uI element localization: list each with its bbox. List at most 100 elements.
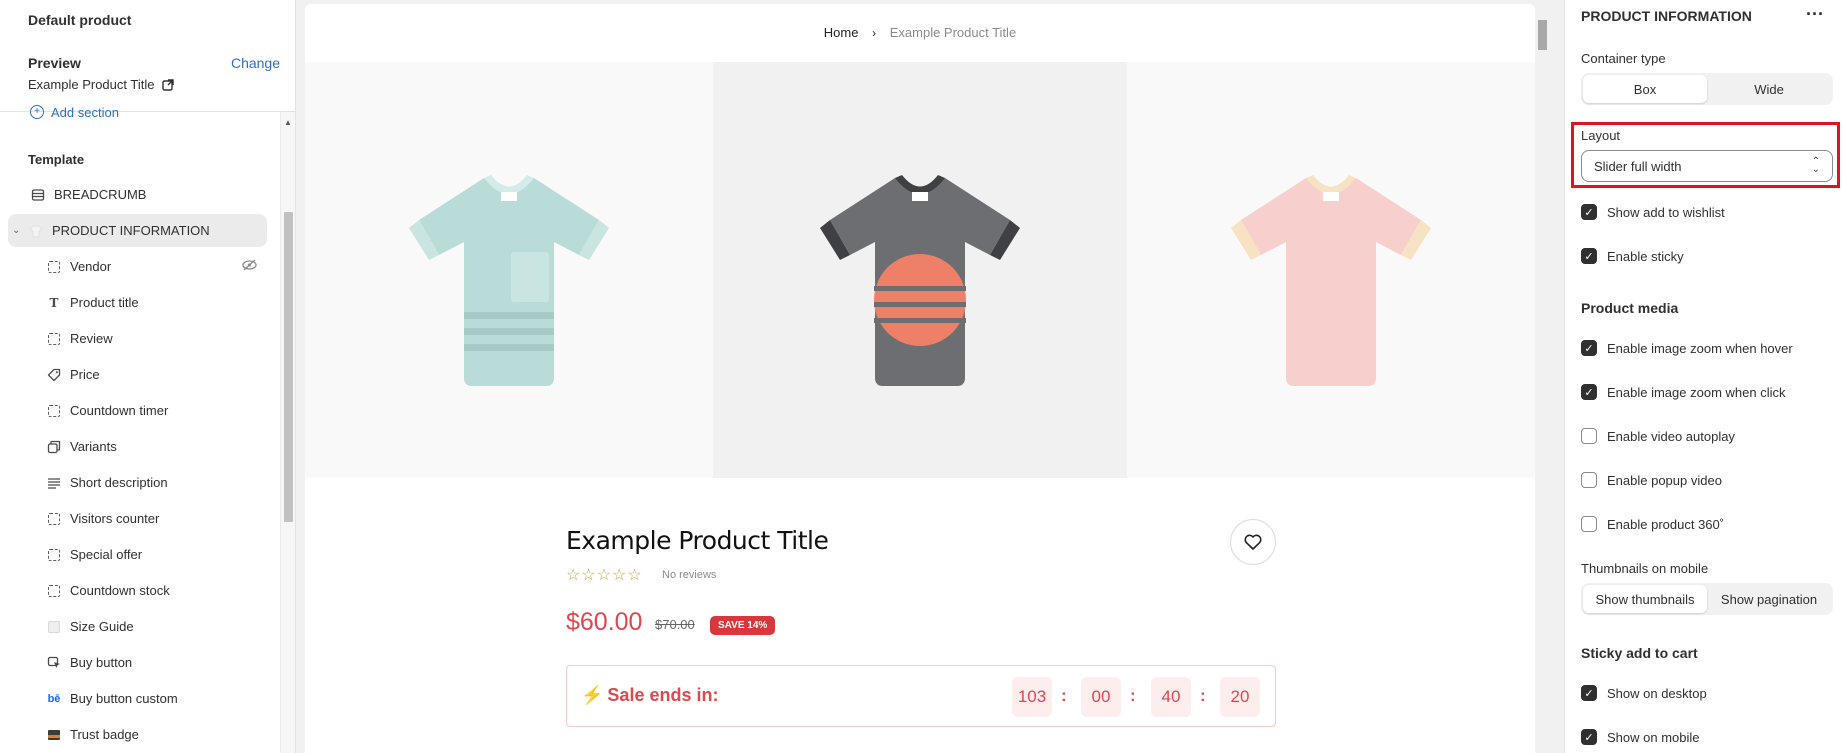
select-arrows-icon: ⌃ ⌄ <box>1811 156 1820 175</box>
block-product-title[interactable]: T Product title <box>8 286 267 319</box>
wishlist-button[interactable] <box>1230 519 1276 565</box>
block-trust-badge[interactable]: Trust badge <box>8 718 267 751</box>
checkbox-label: Enable popup video <box>1607 472 1722 488</box>
checkbox-checked-icon[interactable]: ✓ <box>1581 685 1597 701</box>
block-buy-button-custom[interactable]: bē Buy button custom <box>8 682 267 715</box>
timer-separator: : <box>1200 686 1206 705</box>
chevron-down-icon[interactable]: ⌄ <box>12 225 24 236</box>
checkbox-product-360[interactable]: Enable product 360˚ <box>1581 516 1724 532</box>
countdown-timer: ⚡ Sale ends in: 103 : 00 : 40 : 20 <box>566 665 1276 727</box>
checkbox-unchecked-icon[interactable] <box>1581 472 1597 488</box>
cursor-icon <box>46 655 62 671</box>
container-option-wide[interactable]: Wide <box>1707 75 1831 103</box>
timer-hours: 00 <box>1081 677 1121 717</box>
checkbox-show-mobile[interactable]: ✓ Show on mobile <box>1581 729 1700 745</box>
sale-ends-label-wrap: ⚡ Sale ends in: <box>581 685 718 706</box>
more-options-icon[interactable]: ··· <box>1806 4 1824 25</box>
lines-icon <box>46 475 62 491</box>
preview-label: Preview <box>28 55 81 71</box>
container-type-label: Container type <box>1581 51 1666 66</box>
block-label: Vendor <box>70 259 112 274</box>
product-image-slide[interactable] <box>1127 62 1535 478</box>
checkbox-checked-icon[interactable]: ✓ <box>1581 204 1597 220</box>
template-label: Template <box>28 152 85 167</box>
block-label: Buy button <box>70 655 133 670</box>
block-label: Product title <box>70 295 139 310</box>
preview-scroll-thumb[interactable] <box>1538 20 1547 50</box>
product-image-slide[interactable] <box>305 62 714 478</box>
product-title: Example Product Title <box>566 526 829 555</box>
sale-ends-label: Sale ends in: <box>607 685 719 705</box>
checkbox-show-wishlist[interactable]: ✓ Show add to wishlist <box>1581 204 1725 220</box>
checkbox-checked-icon[interactable]: ✓ <box>1581 729 1597 745</box>
block-countdown-stock[interactable]: Countdown stock <box>8 574 267 607</box>
plus-circle-icon: + <box>30 105 44 119</box>
block-variants[interactable]: Variants <box>8 430 267 463</box>
block-price[interactable]: Price <box>8 358 267 391</box>
block-buy-button[interactable]: Buy button <box>8 646 267 679</box>
block-label: Buy button custom <box>70 691 178 706</box>
checkbox-label: Show add to wishlist <box>1607 204 1725 220</box>
preview-scrollbar[interactable] <box>1535 4 1550 753</box>
block-icon <box>46 403 62 419</box>
block-countdown-timer[interactable]: Countdown timer <box>8 394 267 427</box>
section-product-information[interactable]: ⌄ PRODUCT INFORMATION <box>8 214 267 247</box>
block-size-guide[interactable]: Size Guide <box>8 610 267 643</box>
block-vendor[interactable]: Vendor <box>8 250 267 283</box>
layout-select[interactable]: Slider full width ⌃ ⌄ <box>1581 150 1833 182</box>
checkbox-popup-video[interactable]: Enable popup video <box>1581 472 1722 488</box>
block-label: Short description <box>70 475 168 490</box>
preview-product[interactable]: Example Product Title <box>28 77 175 92</box>
external-link-icon[interactable] <box>162 78 175 91</box>
eye-hidden-icon[interactable] <box>242 259 257 274</box>
checkbox-unchecked-icon[interactable] <box>1581 516 1597 532</box>
checkbox-show-desktop[interactable]: ✓ Show on desktop <box>1581 685 1707 701</box>
checkbox-checked-icon[interactable]: ✓ <box>1581 340 1597 356</box>
block-icon <box>46 583 62 599</box>
timer-seconds: 20 <box>1220 677 1260 717</box>
block-label: Variants <box>70 439 117 454</box>
product-image-slide-active[interactable] <box>713 62 1127 478</box>
block-label: Countdown timer <box>70 403 169 418</box>
thumb-option-show-pagination[interactable]: Show pagination <box>1707 585 1831 613</box>
layout-label: Layout <box>1581 128 1621 143</box>
add-section-link[interactable]: + Add section <box>30 103 119 121</box>
change-preview-link[interactable]: Change <box>231 55 280 71</box>
heart-icon <box>1244 534 1262 550</box>
compare-price: $70.00 <box>655 617 695 632</box>
block-icon <box>46 259 62 275</box>
section-label: BREADCRUMB <box>54 187 147 202</box>
checkbox-checked-icon[interactable]: ✓ <box>1581 384 1597 400</box>
container-option-box[interactable]: Box <box>1583 75 1707 103</box>
checkbox-zoom-hover[interactable]: ✓ Enable image zoom when hover <box>1581 340 1793 356</box>
block-label: Review <box>70 331 113 346</box>
checkbox-zoom-click[interactable]: ✓ Enable image zoom when click <box>1581 384 1785 400</box>
timer-separator: : <box>1130 686 1136 705</box>
thumb-option-show-thumbnails[interactable]: Show thumbnails <box>1583 585 1707 613</box>
sidebar-scroll-thumb[interactable] <box>284 212 293 522</box>
breadcrumb-current: Example Product Title <box>889 25 1017 40</box>
checkbox-enable-sticky[interactable]: ✓ Enable sticky <box>1581 248 1684 264</box>
block-visitors-counter[interactable]: Visitors counter <box>8 502 267 535</box>
block-special-offer[interactable]: Special offer <box>8 538 267 571</box>
product-gallery-slider[interactable] <box>305 62 1535 478</box>
preview-canvas: Home › Example Product Title Example Pro… <box>305 4 1535 753</box>
block-short-description[interactable]: Short description <box>8 466 267 499</box>
block-review[interactable]: Review <box>8 322 267 355</box>
thumbnails-mobile-toggle: Show thumbnails Show pagination <box>1581 583 1833 615</box>
tshirt-mint-image <box>409 175 609 386</box>
checkbox-video-autoplay[interactable]: Enable video autoplay <box>1581 428 1735 444</box>
checkbox-unchecked-icon[interactable] <box>1581 428 1597 444</box>
block-icon <box>46 547 62 563</box>
block-label: Size Guide <box>70 619 134 634</box>
preview-product-label: Example Product Title <box>28 77 155 92</box>
block-label: Price <box>70 367 100 382</box>
checkbox-label: Enable sticky <box>1607 248 1684 264</box>
rating-stars: ☆☆☆☆☆ <box>566 567 643 584</box>
settings-title: PRODUCT INFORMATION <box>1581 8 1752 24</box>
breadcrumb-home[interactable]: Home <box>824 25 859 40</box>
scroll-up-arrow-icon[interactable]: ▲ <box>284 118 292 127</box>
section-breadcrumb[interactable]: BREADCRUMB <box>8 178 267 211</box>
checkbox-checked-icon[interactable]: ✓ <box>1581 248 1597 264</box>
sidebar-scrollbar[interactable]: ▲ <box>280 112 295 753</box>
